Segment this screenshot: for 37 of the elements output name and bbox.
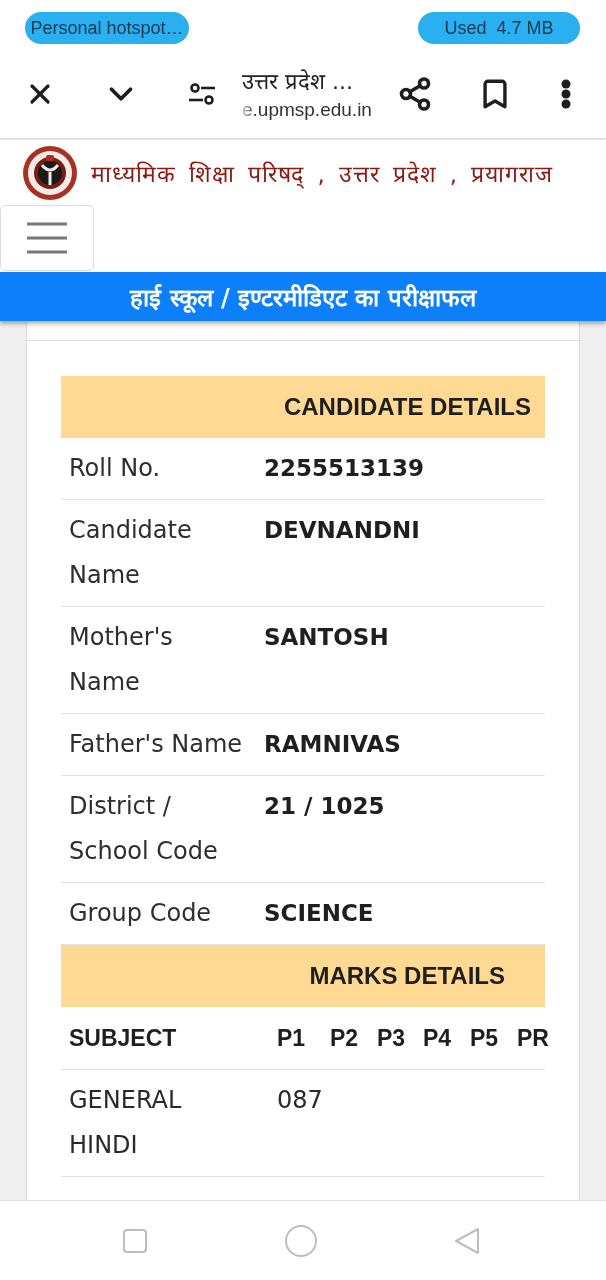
tune-icon xyxy=(189,83,215,105)
field-value: SCIENCE xyxy=(263,899,375,928)
field-label: Candidate Name xyxy=(68,515,193,591)
menu-icon xyxy=(27,222,67,254)
page-url: e.upmsp.edu.in xyxy=(242,99,372,121)
result-banner: हाई स्कूल / इण्टरमीडिएट का परीक्षाफल xyxy=(0,272,606,321)
marks-cell-text: 087 xyxy=(276,1085,322,1116)
seal-logo xyxy=(22,144,78,201)
data-usage-status: Used 4.7 MB xyxy=(418,12,580,44)
field-label: Mother's Name xyxy=(68,622,174,698)
menu-button[interactable] xyxy=(0,205,94,271)
site-title: माध्यमिक शिक्षा परिषद् , उत्तर प्रदेश , प्रयागराज xyxy=(91,159,553,189)
page-title: उत्तर प्रदेश ... xyxy=(242,68,353,96)
circle-icon xyxy=(285,1224,317,1257)
hotspot-status: Personal hotspot… xyxy=(25,12,189,44)
column-header: P2 xyxy=(329,1024,360,1053)
field-label: District / School Code xyxy=(68,791,219,867)
field-label: Father's Name xyxy=(68,729,244,760)
field-label: Group Code xyxy=(68,898,213,929)
field-value: SANTOSH xyxy=(263,623,390,652)
column-header: P3 xyxy=(376,1024,407,1053)
column-header: SUBJECT xyxy=(68,1024,178,1053)
field-value: 2255513139 xyxy=(263,454,426,483)
column-header: P5 xyxy=(469,1024,500,1053)
subject-cell-text: GENERAL HINDI xyxy=(68,1085,183,1161)
share-icon xyxy=(397,76,433,112)
column-header: P1 xyxy=(276,1024,307,1053)
field-label: Roll No. xyxy=(68,453,162,484)
field-value: DEVNANDNI xyxy=(263,516,421,545)
square-icon xyxy=(123,1228,147,1253)
section-heading: MARKS DETAILS xyxy=(61,945,545,1007)
back-triangle-icon xyxy=(454,1226,480,1255)
field-value: RAMNIVAS xyxy=(263,730,402,759)
field-value: 21 / 1025 xyxy=(263,792,386,821)
more-options-icon xyxy=(561,79,571,109)
column-header: P4 xyxy=(422,1024,453,1053)
section-heading: CANDIDATE DETAILS xyxy=(61,376,545,438)
